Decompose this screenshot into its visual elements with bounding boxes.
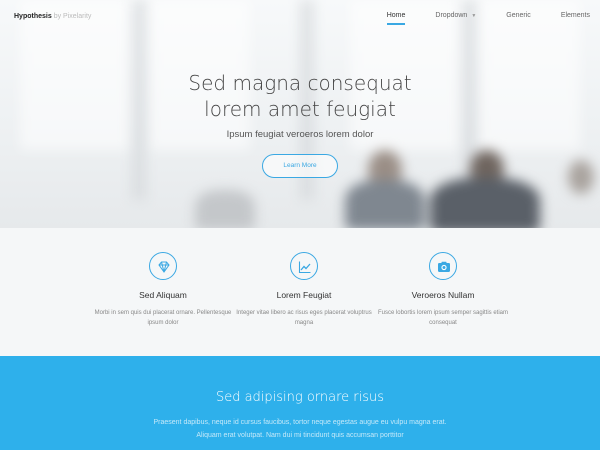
logo-byline: by Pixelarity [53,13,92,20]
chevron-down-icon: ▼ [471,13,477,19]
line-chart-icon [298,261,311,274]
camera-icon [438,261,450,272]
promo-section: Sed adipising ornare risus Praesent dapi… [0,356,600,450]
nav-item-label: Dropdown [435,12,468,19]
promo-text: Praesent dapibus, neque id cursus faucib… [153,419,447,439]
feature-title: Sed Aliquam [139,290,187,300]
nav-item-dropdown[interactable]: Dropdown ▼ [435,12,476,25]
nav-item-label: Home [386,12,406,19]
diamond-icon [158,261,170,273]
feature-title: Lorem Feugiat [276,290,332,300]
feature-icon-circle [429,252,457,280]
site-logo[interactable]: Hypothesis by Pixelarity [14,13,91,20]
hero-section: Hypothesis by Pixelarity Home Dropdown ▼ … [0,0,600,228]
top-navigation: Hypothesis by Pixelarity Home Dropdown ▼ … [0,0,600,34]
nav-item-label: Elements [560,12,590,19]
hero-title-line-1: Sed magna consequat [188,71,412,95]
nav-item-label: Generic [506,12,531,19]
logo-name: Hypothesis [14,13,52,20]
feature-text: Integer vitae libero ac risus eges place… [236,310,372,326]
hero-subtitle: Ipsum feugiat veroeros lorem dolor [226,129,374,140]
nav-menu: Home Dropdown ▼ Generic Elements [357,12,590,25]
feature-icon-circle [149,252,177,280]
features-section: Sed Aliquam Morbi in sem quis dui placer… [0,228,600,356]
feature-text: Fusce lobortis lorem ipsum semper sagitt… [377,310,509,326]
feature-icon-circle [290,252,318,280]
feature-text: Morbi in sem quis dui placerat ornare. P… [94,310,232,326]
hero-title-line-2: lorem amet feugiat [204,97,396,121]
learn-more-button[interactable]: Learn More [262,154,338,178]
nav-item-generic[interactable]: Generic [506,12,531,25]
feature-title: Veroeros Nullam [411,290,475,300]
hero-title: Sed magna consequat lorem amet feugiat [0,70,600,122]
promo-title: Sed adipising ornare risus [215,390,385,405]
nav-item-home[interactable]: Home [386,12,406,25]
nav-item-elements[interactable]: Elements [561,12,590,25]
